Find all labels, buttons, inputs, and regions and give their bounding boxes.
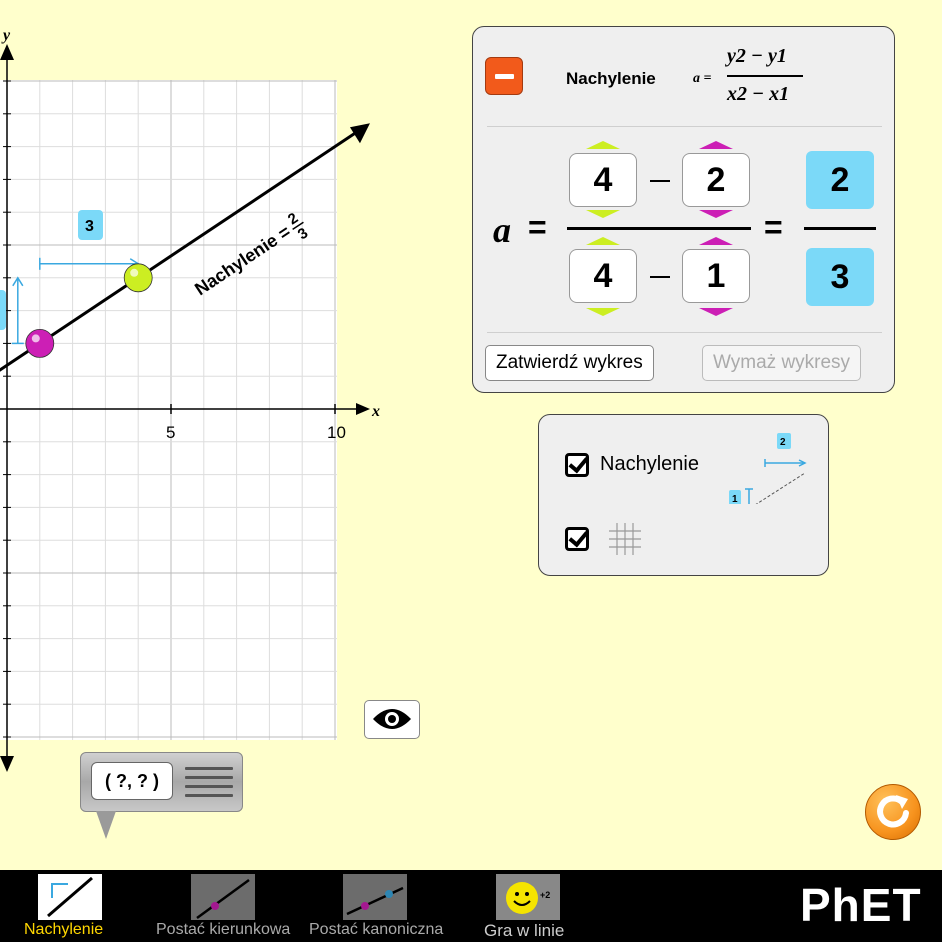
formula-fraction-bar (727, 75, 803, 77)
point-tool[interactable]: ( ?, ? ) (80, 752, 243, 812)
slope-checkbox[interactable] (565, 453, 589, 477)
equation-panel-title: Nachylenie (566, 69, 656, 88)
game-icon-badge: +2 (540, 890, 550, 900)
tab-postac-kanoniczna[interactable]: Postać kanoniczna (307, 870, 452, 942)
equals-sign-right: = (764, 209, 783, 245)
mini-rise-label: 1 (732, 494, 738, 504)
panel-divider-top (487, 126, 882, 127)
x1-spinner[interactable]: 1 (682, 249, 750, 303)
tab-nachylenie[interactable]: Nachylenie (20, 870, 120, 942)
slope-equation-panel: Nachylenie a = y2 − y1 x2 − x1 a = 4 2 4… (472, 26, 895, 393)
x2-increment-arrow[interactable] (586, 237, 620, 245)
x1-decrement-arrow[interactable] (699, 308, 733, 316)
slope-checkbox-label: Nachylenie (600, 453, 699, 475)
x2-spinner[interactable]: 4 (569, 249, 637, 303)
point-2-handle[interactable] (123, 263, 153, 293)
result-fraction-bar (804, 227, 876, 230)
x-axis-arrow (356, 403, 370, 415)
y-axis-arrow-down (0, 756, 14, 772)
tab-gra-w-linie[interactable]: +2 Gra w linie (480, 870, 580, 942)
run-label: 3 (85, 218, 94, 235)
formula-lhs: a = (693, 71, 712, 86)
point-1-handle[interactable] (25, 328, 55, 358)
rise-label-box (0, 290, 6, 330)
x2-decrement-arrow[interactable] (586, 308, 620, 316)
y1-decrement-arrow[interactable] (699, 210, 733, 218)
result-denominator: 3 (806, 248, 874, 306)
navigation-bar: Nachylenie Postać kierunkowa Postać kano… (0, 870, 942, 942)
options-panel: Nachylenie 2 1 (538, 414, 829, 576)
a-label: a (493, 210, 511, 250)
mini-run-label: 2 (780, 437, 786, 448)
formula-numerator: y2 − y1 (727, 45, 787, 67)
point-slope-tab-icon (343, 874, 407, 920)
tab-label: Postać kanoniczna (309, 921, 444, 938)
grid-checkbox[interactable] (565, 527, 589, 551)
point-tool-tip[interactable] (96, 811, 116, 839)
reset-all-button[interactable] (865, 784, 921, 840)
show-line-toggle-button[interactable] (364, 700, 420, 739)
y2-increment-arrow[interactable] (586, 141, 620, 149)
point-highlight (31, 334, 40, 343)
y-axis-label: y (1, 27, 11, 44)
tab-label: Nachylenie (24, 921, 104, 938)
grid-icon (609, 523, 641, 555)
slope-intercept-tab-icon (191, 874, 255, 920)
game-tab-icon: +2 (496, 874, 560, 920)
collapse-button[interactable] (485, 57, 523, 95)
y1-spinner[interactable]: 2 (682, 153, 750, 207)
slope-tab-icon (38, 874, 102, 920)
tab-postac-kierunkowa[interactable]: Postać kierunkowa (152, 870, 297, 942)
panel-divider-bottom (487, 332, 882, 333)
fraction-bar-main (567, 227, 751, 230)
x1-increment-arrow[interactable] (699, 237, 733, 245)
formula-denominator: x2 − x1 (727, 83, 790, 105)
y-axis-arrow-up (0, 44, 14, 60)
slope-mini-icon: 2 1 (729, 433, 807, 504)
reset-icon (877, 795, 909, 828)
clear-graphs-button[interactable]: Wymaż wykresy (702, 345, 862, 381)
y1-increment-arrow[interactable] (699, 141, 733, 149)
tab-label: Postać kierunkowa (156, 921, 291, 938)
numerator-minus (650, 180, 670, 182)
x-tick-label-5: 5 (166, 423, 175, 442)
confirm-graph-button[interactable]: Zatwierdź wykres (485, 345, 654, 381)
equals-sign-left: = (528, 209, 547, 245)
phet-logo[interactable]: PhET (800, 878, 922, 932)
point-tool-grip (185, 767, 233, 803)
tab-label: Gra w linie (484, 921, 565, 940)
y2-spinner[interactable]: 4 (569, 153, 637, 207)
x-tick-label-10: 10 (327, 423, 346, 442)
point-tool-readout: ( ?, ? ) (91, 762, 173, 800)
y2-decrement-arrow[interactable] (586, 210, 620, 218)
denominator-minus (650, 276, 670, 278)
result-numerator: 2 (806, 151, 874, 209)
eye-icon (373, 709, 411, 729)
point-highlight (130, 268, 139, 277)
x-axis-label: x (371, 403, 380, 420)
